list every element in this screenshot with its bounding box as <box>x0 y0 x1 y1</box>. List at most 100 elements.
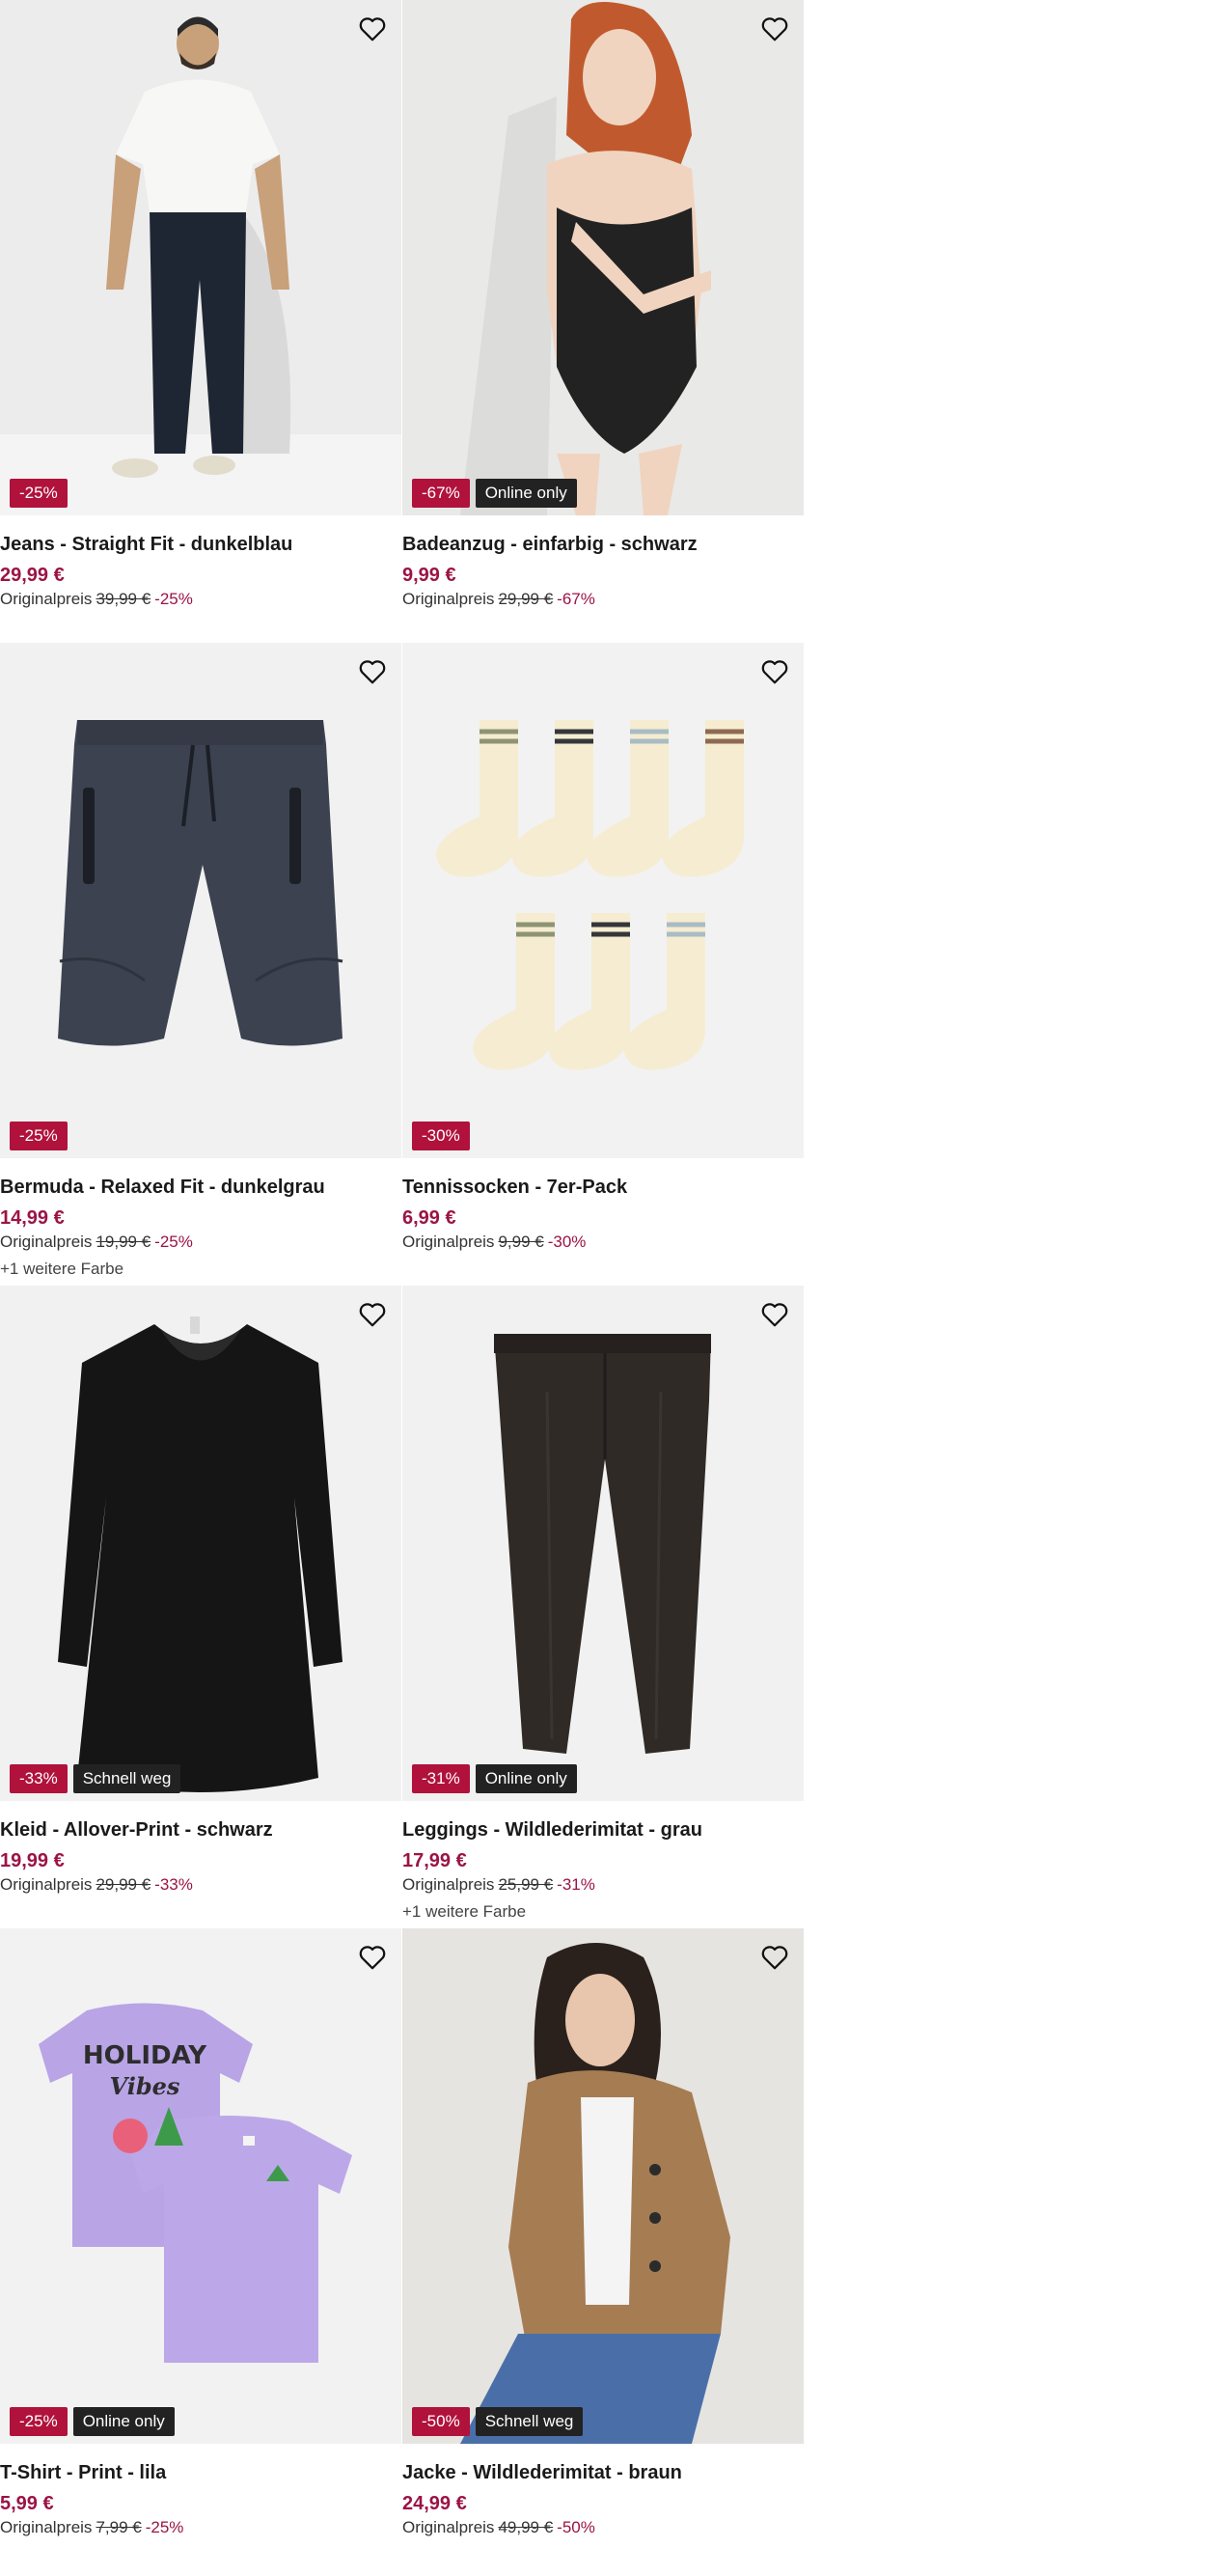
more-colors-link[interactable]: +1 weitere Farbe <box>0 1257 401 1282</box>
product-image[interactable]: -50% Schnell weg <box>402 1928 804 2444</box>
product-photo-tennis-socks <box>402 643 804 1158</box>
product-photo-leggings <box>402 1286 804 1801</box>
badges: -50% Schnell weg <box>412 2407 584 2436</box>
badges: -25% <box>10 479 68 508</box>
product-title[interactable]: Jacke - Wildlederimitat - braun <box>402 2459 804 2486</box>
product-info: Jeans - Straight Fit - dunkelblau 29,99 … <box>0 515 401 610</box>
heart-icon <box>359 1303 386 1327</box>
original-price-line: Originalpreis 9,99 € -30% <box>402 1232 804 1253</box>
product-title[interactable]: Bermuda - Relaxed Fit - dunkelgrau <box>0 1174 401 1201</box>
original-price-label: Originalpreis <box>402 1233 495 1251</box>
product-title[interactable]: Leggings - Wildlederimitat - grau <box>402 1816 804 1843</box>
wishlist-button[interactable] <box>355 654 390 689</box>
original-price-label: Originalpreis <box>0 2518 93 2536</box>
product-title[interactable]: Tennissocken - 7er-Pack <box>402 1174 804 1201</box>
original-price-label: Originalpreis <box>0 1875 93 1894</box>
online-only-badge: Online only <box>475 479 577 508</box>
heart-icon <box>761 660 788 684</box>
online-only-badge: Online only <box>72 2407 175 2436</box>
more-colors-link[interactable]: +1 weitere Farbe <box>402 1899 804 1925</box>
wishlist-button[interactable] <box>355 1297 390 1332</box>
product-photo-suede-jacket <box>402 1928 804 2444</box>
wishlist-button[interactable] <box>355 1940 390 1975</box>
discount-percent: -33% <box>154 1875 193 1894</box>
product-card[interactable]: -50% Schnell weg Jacke - Wildlederimitat… <box>402 1928 804 2538</box>
shirt-print-holiday: HOLIDAY <box>83 2041 207 2070</box>
product-price: 6,99 € <box>402 1207 456 1229</box>
product-price: 19,99 € <box>0 1850 65 1871</box>
discount-percent: -67% <box>557 590 595 608</box>
product-image[interactable]: -67% Online only <box>402 0 804 515</box>
product-image[interactable]: -31% Online only <box>402 1286 804 1801</box>
product-image[interactable]: -25% <box>0 643 401 1158</box>
discount-badge: -67% <box>412 479 470 508</box>
product-info: Leggings - Wildlederimitat - grau 17,99 … <box>402 1801 804 1925</box>
product-card[interactable]: -30% Tennissocken - 7er-Pack 6,99 € Orig… <box>402 643 804 1253</box>
discount-percent: -25% <box>145 2518 184 2536</box>
wishlist-button[interactable] <box>757 1940 792 1975</box>
product-info: Badeanzug - einfarbig - schwarz 9,99 € O… <box>402 515 804 610</box>
product-image[interactable]: -25% <box>0 0 401 515</box>
heart-icon <box>761 1946 788 1970</box>
product-price: 9,99 € <box>402 565 456 586</box>
heart-icon <box>359 1946 386 1970</box>
discount-percent: -30% <box>547 1233 587 1251</box>
product-card[interactable]: -67% Online only Badeanzug - einfarbig -… <box>402 0 804 610</box>
heart-icon <box>761 17 788 42</box>
product-card[interactable]: -33% Schnell weg Kleid - Allover-Print -… <box>0 1286 401 1896</box>
product-price: 14,99 € <box>0 1207 65 1229</box>
original-price: 9,99 € <box>498 1233 544 1251</box>
original-price: 7,99 € <box>96 2518 142 2536</box>
original-price-label: Originalpreis <box>402 1875 495 1894</box>
original-price-label: Originalpreis <box>0 1233 93 1251</box>
discount-badge: -50% <box>412 2407 470 2436</box>
product-card[interactable]: -25% Bermuda - Relaxed Fit - dunkelgrau … <box>0 643 401 1282</box>
schnell-weg-badge: Schnell weg <box>475 2407 584 2436</box>
product-card[interactable]: -25% Jeans - Straight Fit - dunkelblau 2… <box>0 0 401 610</box>
badges: -67% Online only <box>412 479 577 508</box>
original-price-label: Originalpreis <box>0 590 93 608</box>
product-price: 24,99 € <box>402 2493 467 2514</box>
product-card[interactable]: HOLIDAY Vibes -25% Online only T-Shirt -… <box>0 1928 401 2538</box>
schnell-weg-badge: Schnell weg <box>72 1764 181 1793</box>
badges: -31% Online only <box>412 1764 577 1793</box>
shirt-print-vibes: Vibes <box>110 2072 180 2100</box>
original-price: 29,99 € <box>498 590 554 608</box>
product-title[interactable]: Jeans - Straight Fit - dunkelblau <box>0 531 401 558</box>
wishlist-button[interactable] <box>757 1297 792 1332</box>
product-image[interactable]: -33% Schnell weg <box>0 1286 401 1801</box>
wishlist-button[interactable] <box>757 654 792 689</box>
discount-percent: -50% <box>557 2518 595 2536</box>
original-price: 29,99 € <box>96 1875 151 1894</box>
product-image[interactable]: HOLIDAY Vibes -25% Online only <box>0 1928 401 2444</box>
product-title[interactable]: Kleid - Allover-Print - schwarz <box>0 1816 401 1843</box>
original-price-line: Originalpreis 19,99 € -25% <box>0 1232 401 1253</box>
product-card[interactable]: -31% Online only Leggings - Wildlederimi… <box>402 1286 804 1925</box>
product-info: T-Shirt - Print - lila 5,99 € Originalpr… <box>0 2444 401 2538</box>
wishlist-button[interactable] <box>757 12 792 46</box>
product-info: Bermuda - Relaxed Fit - dunkelgrau 14,99… <box>0 1158 401 1282</box>
original-price-line: Originalpreis 29,99 € -33% <box>0 1874 401 1896</box>
product-price: 5,99 € <box>0 2493 54 2514</box>
original-price-line: Originalpreis 7,99 € -25% <box>0 2517 401 2538</box>
product-price: 17,99 € <box>402 1850 467 1871</box>
original-price: 49,99 € <box>498 2518 554 2536</box>
discount-badge: -25% <box>10 2407 68 2436</box>
product-title[interactable]: Badeanzug - einfarbig - schwarz <box>402 531 804 558</box>
original-price-label: Originalpreis <box>402 590 495 608</box>
product-info: Tennissocken - 7er-Pack 6,99 € Originalp… <box>402 1158 804 1253</box>
discount-badge: -25% <box>10 479 68 508</box>
product-photo-man-jeans <box>0 0 401 515</box>
discount-badge: -33% <box>10 1764 68 1793</box>
product-photo-bermuda-shorts <box>0 643 401 1158</box>
original-price: 25,99 € <box>498 1875 554 1894</box>
discount-percent: -25% <box>154 590 193 608</box>
heart-icon <box>761 1303 788 1327</box>
original-price-line: Originalpreis 29,99 € -67% <box>402 589 804 610</box>
product-price: 29,99 € <box>0 565 65 586</box>
discount-badge: -31% <box>412 1764 470 1793</box>
wishlist-button[interactable] <box>355 12 390 46</box>
product-title[interactable]: T-Shirt - Print - lila <box>0 2459 401 2486</box>
product-photo-lilac-tshirts: HOLIDAY Vibes <box>0 1928 401 2444</box>
product-image[interactable]: -30% <box>402 643 804 1158</box>
